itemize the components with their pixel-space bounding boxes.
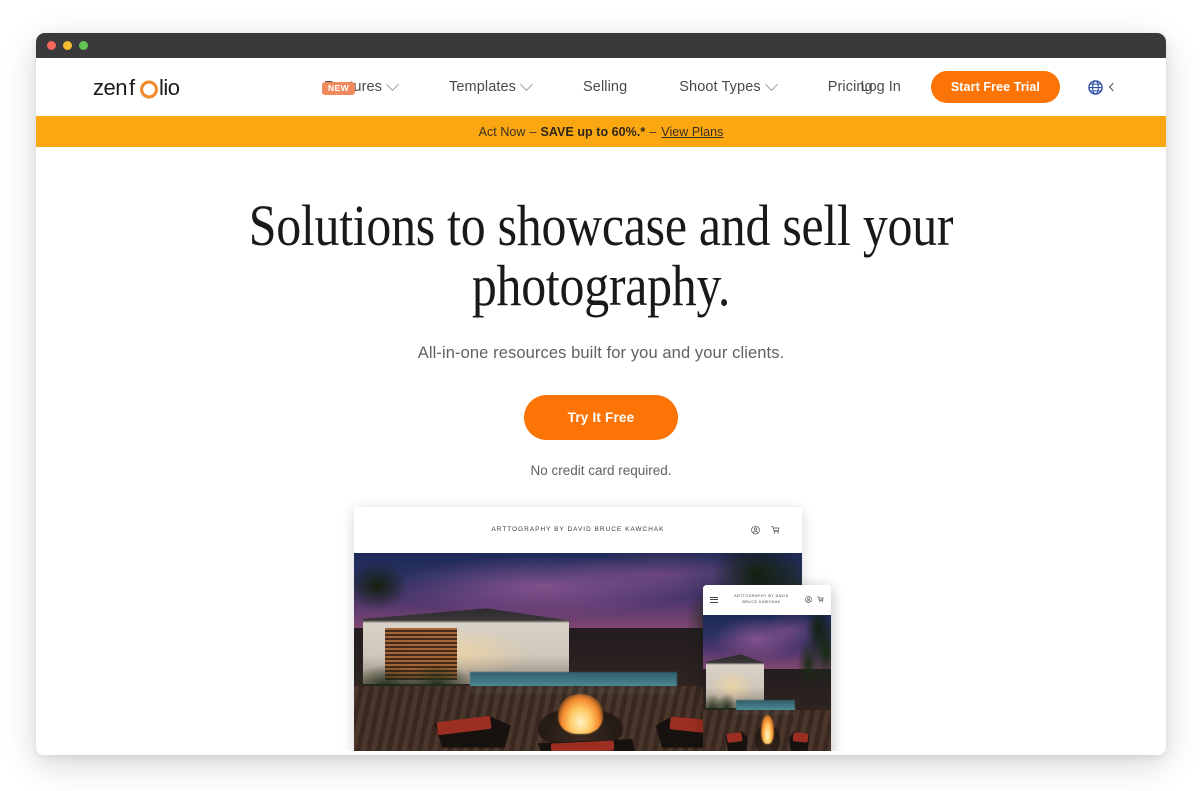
viewport-bottom-edge	[36, 751, 1166, 755]
primary-navigation: NEW Features Templates Selling Shoot Typ…	[298, 58, 899, 116]
language-selector[interactable]	[1088, 79, 1118, 95]
mobile-preview-photo	[703, 614, 831, 755]
promo-dash: –	[529, 124, 537, 139]
mobile-preview-title: ARTTOGRAPHY BY DAVID BRUCE KAWCHAK	[718, 594, 805, 605]
mobile-title-line-2: BRUCE KAWCHAK	[742, 599, 781, 604]
screenshot-stage: zen f lio NEW Features Templates	[0, 0, 1200, 791]
start-free-trial-button[interactable]: Start Free Trial	[930, 71, 1060, 103]
mobile-title-line-1: ARTTOGRAPHY BY DAVID	[734, 594, 789, 599]
headline-line-2: photography.	[471, 253, 731, 319]
chevron-left-icon	[1108, 82, 1118, 92]
svg-text:f: f	[129, 75, 136, 100]
nav-item-features[interactable]: NEW Features	[298, 77, 423, 95]
promo-dash: –	[649, 124, 657, 139]
shopping-cart-icon	[771, 525, 780, 534]
new-badge: NEW	[322, 82, 356, 95]
globe-icon	[1088, 79, 1103, 95]
nav-item-label: Selling	[583, 79, 628, 95]
promo-lead: Act Now	[478, 124, 526, 139]
nav-item-selling[interactable]: Selling	[557, 79, 653, 95]
nav-item-templates[interactable]: Templates	[423, 77, 557, 95]
user-circle-icon	[751, 525, 760, 534]
maximize-window-button[interactable]	[79, 41, 88, 50]
page-title: Solutions to showcase and sell your phot…	[244, 193, 958, 319]
no-credit-card-note: No credit card required.	[530, 462, 672, 478]
user-circle-icon	[805, 596, 812, 603]
product-mockup: ARTTOGRAPHY BY DAVID BRUCE KAWCHAK ARTTO…	[36, 506, 1166, 755]
chevron-down-icon	[386, 77, 399, 91]
hero-section: Solutions to showcase and sell your phot…	[36, 147, 1166, 755]
chevron-down-icon	[520, 77, 533, 91]
minimize-window-button[interactable]	[63, 41, 72, 50]
header-actions: Log In Start Free Trial	[861, 58, 1166, 116]
svg-text:lio: lio	[159, 75, 180, 100]
promo-highlight: SAVE up to 60%.*	[540, 124, 646, 139]
try-it-free-button[interactable]: Try It Free	[523, 394, 679, 440]
svg-text:zen: zen	[93, 75, 127, 100]
preview-site-header: ARTTOGRAPHY BY DAVID BRUCE KAWCHAK	[354, 506, 802, 553]
promo-banner[interactable]: Act Now – SAVE up to 60%.* – View Plans	[36, 116, 1166, 147]
preview-site-title: ARTTOGRAPHY BY DAVID BRUCE KAWCHAK	[491, 526, 665, 534]
site-header: zen f lio NEW Features Templates	[36, 58, 1166, 116]
browser-titlebar	[36, 33, 1166, 58]
preview-header-icons	[751, 525, 780, 534]
hamburger-menu-icon[interactable]	[710, 596, 718, 603]
page-viewport: zen f lio NEW Features Templates	[36, 58, 1166, 755]
browser-window: zen f lio NEW Features Templates	[36, 33, 1166, 755]
nav-item-label: Shoot Types	[679, 79, 761, 95]
mobile-site-preview: ARTTOGRAPHY BY DAVID BRUCE KAWCHAK	[703, 584, 831, 755]
nav-item-label: Templates	[449, 79, 517, 95]
chevron-down-icon	[764, 77, 778, 91]
view-plans-link[interactable]: View Plans	[661, 125, 723, 139]
close-window-button[interactable]	[47, 41, 56, 50]
mobile-preview-icons	[805, 596, 824, 603]
mobile-preview-header: ARTTOGRAPHY BY DAVID BRUCE KAWCHAK	[703, 584, 831, 615]
shopping-cart-icon	[817, 596, 824, 603]
nav-item-shoot-types[interactable]: Shoot Types	[653, 77, 801, 95]
login-link[interactable]: Log In	[861, 79, 901, 95]
hero-subheading: All-in-one resources built for you and y…	[417, 343, 785, 362]
headline-line-1: Solutions to showcase and sell your	[248, 193, 954, 258]
zenfolio-logo[interactable]: zen f lio	[93, 73, 211, 103]
